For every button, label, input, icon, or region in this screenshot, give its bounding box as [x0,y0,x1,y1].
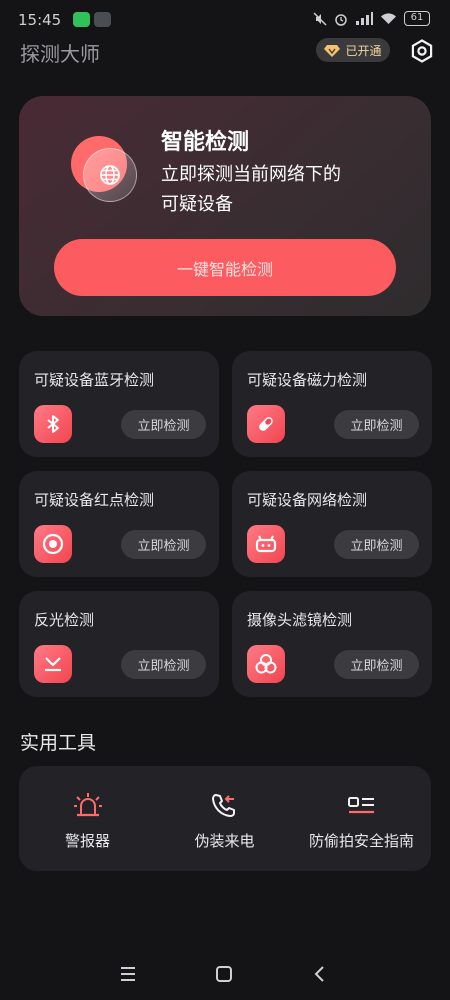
tool-label: 防偷拍安全指南 [308,832,414,850]
home-square-icon [216,966,232,982]
hero-description: 立即探测当前网络下的 可疑设备 [161,160,401,220]
detect-now-button[interactable]: 立即检测 [334,530,419,559]
card-title: 摄像头滤镜检测 [247,611,353,629]
tool-label: 警报器 [64,832,110,850]
reflection-icon [34,645,72,683]
vip-label: 已开通 [345,43,382,58]
wifi-icon [381,13,396,24]
fake-call-icon [209,791,241,821]
diamond-icon [324,44,341,57]
hero-desc-line1: 立即探测当前网络下的 [161,164,341,185]
wechat-notification-icon [73,12,90,27]
card-magnet-detect[interactable]: 可疑设备磁力检测 立即检测 [232,351,432,457]
card-reflection-detect[interactable]: 反光检测 立即检测 [19,591,219,697]
detect-now-button[interactable]: 立即检测 [121,530,206,559]
smart-detection-card: 智能检测 立即探测当前网络下的 可疑设备 一键智能检测 [19,96,431,316]
settings-hexagon-icon [411,39,433,63]
detect-now-button[interactable]: 立即检测 [334,410,419,439]
menu-nav-button[interactable] [116,962,140,986]
status-icons: 61 [313,11,430,26]
system-nav-bar [0,950,450,1000]
alarm-clock-icon [335,13,347,26]
one-click-detect-button[interactable]: 一键智能检测 [54,239,396,296]
guide-icon [346,791,378,821]
detect-now-button[interactable]: 立即检测 [334,650,419,679]
bluetooth-icon [34,405,72,443]
signal-icon [356,12,373,25]
globe-icon [71,136,137,202]
detect-now-button[interactable]: 立即检测 [121,650,206,679]
alarm-icon [72,791,104,821]
card-title: 可疑设备网络检测 [247,491,368,509]
tool-label: 伪装来电 [194,832,255,850]
tools-panel: 警报器 伪装来电 防偷拍安全指南 [19,766,431,871]
camera-filter-icon [247,645,285,683]
card-title: 可疑设备蓝牙检测 [34,371,155,389]
detect-now-button[interactable]: 立即检测 [121,410,206,439]
status-bar: 15:45 61 [0,0,450,38]
tool-guide[interactable]: 防偷拍安全指南 [293,766,430,871]
settings-button[interactable] [410,39,434,63]
vip-badge[interactable]: 已开通 [316,38,390,62]
home-nav-button[interactable] [212,962,236,986]
card-title: 可疑设备红点检测 [34,491,155,509]
battery-indicator: 61 [404,11,430,26]
hero-desc-line2: 可疑设备 [161,194,233,215]
hero-title: 智能检测 [161,130,250,155]
magnet-icon [247,405,285,443]
back-nav-button[interactable] [308,962,332,986]
card-network-detect[interactable]: 可疑设备网络检测 立即检测 [232,471,432,577]
card-camera-filter-detect[interactable]: 摄像头滤镜检测 立即检测 [232,591,432,697]
router-icon [247,525,285,563]
red-dot-icon [34,525,72,563]
app-notification-icon [94,12,111,27]
mute-icon [313,11,327,26]
app-title: 探测大师 [20,42,100,66]
menu-icon [121,967,135,981]
tools-section-title: 实用工具 [20,732,97,754]
card-title: 反光检测 [34,611,95,629]
tool-fake-call[interactable]: 伪装来电 [156,766,293,871]
back-icon [314,966,324,982]
card-red-dot-detect[interactable]: 可疑设备红点检测 立即检测 [19,471,219,577]
status-time: 15:45 [18,11,62,29]
card-bluetooth-detect[interactable]: 可疑设备蓝牙检测 立即检测 [19,351,219,457]
tool-alarm[interactable]: 警报器 [19,766,156,871]
card-title: 可疑设备磁力检测 [247,371,368,389]
